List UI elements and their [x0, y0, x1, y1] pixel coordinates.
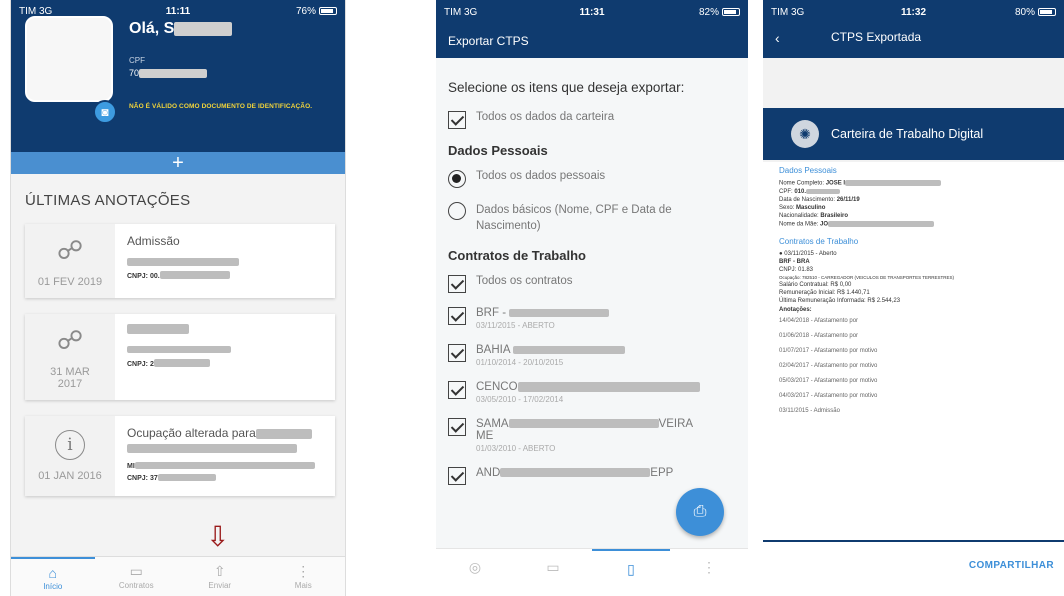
contract-checkbox[interactable]: BRF - 03/11/2015 - ABERTO: [448, 307, 736, 330]
card-cnpj: CNPJ: 37: [127, 475, 158, 482]
phone-exported-screen: TIM 3G 11:32 80% ‹ CTPS Exportada ✺ Cart…: [763, 0, 1064, 596]
radio-selected: [448, 170, 466, 188]
checkbox-checked: [448, 111, 466, 129]
handshake-icon: ☍: [56, 234, 84, 265]
annotation-card[interactable]: i 01 JAN 2016 Ocupação alterada para MI C…: [25, 416, 335, 496]
more-icon: ⋮: [296, 563, 311, 579]
document-banner: ✺ Carteira de Trabalho Digital: [763, 108, 1064, 160]
brasil-seal-icon: ✺: [791, 120, 819, 148]
personal-header: Dados Pessoais: [448, 143, 548, 158]
export-question: Selecione os itens que deseja exportar:: [448, 80, 685, 95]
clock: 11:11: [165, 5, 191, 17]
tab-profile[interactable]: ◎: [436, 549, 514, 584]
card-cnpj: CNPJ: 2: [127, 361, 154, 368]
handshake-icon: ☍: [56, 324, 84, 355]
doc-contracts-header: Contratos de Trabalho: [779, 237, 859, 247]
export-form: Selecione os itens que deseja exportar: …: [436, 58, 748, 554]
contracts-header: Contratos de Trabalho: [448, 248, 586, 263]
more-icon: ⋮: [702, 559, 716, 575]
pdf-export-button[interactable]: ⎙: [676, 488, 724, 536]
personal-basic-radio[interactable]: Dados básicos (Nome, CPF e Data de Nasci…: [448, 202, 736, 234]
card-date: 01 FEV 2019: [37, 275, 103, 288]
tab-more[interactable]: ⋮: [670, 549, 748, 584]
tab-export[interactable]: ▯: [592, 549, 670, 584]
info-icon: i: [55, 430, 85, 460]
add-button[interactable]: +: [11, 152, 345, 174]
card-date: 31 MAR 2017: [50, 365, 90, 390]
tab-contracts[interactable]: ▭ Contratos: [95, 557, 179, 596]
card-title: Ocupação alterada para: [127, 426, 256, 440]
card-mi: MI: [127, 463, 135, 470]
battery-icon: [1038, 7, 1056, 16]
briefcase-icon: ▭: [546, 559, 560, 575]
status-bar: TIM 3G 11:31 82%: [436, 0, 748, 24]
avatar[interactable]: [25, 16, 113, 102]
all-card-checkbox[interactable]: Todos os dados da carteira: [448, 111, 736, 129]
section-title: ÚLTIMAS ANOTAÇÕES: [25, 192, 191, 209]
tab-bar: ◎ ▭ ▯ ⋮: [436, 548, 748, 584]
export-header: TIM 3G 11:31 82% Exportar CTPS: [436, 0, 748, 58]
tab-more[interactable]: ⋮ Mais: [262, 557, 346, 596]
phone-export-screen: TIM 3G 11:31 82% Exportar CTPS Selecione…: [436, 0, 748, 584]
contracts-all-checkbox[interactable]: Todos os contratos: [448, 275, 736, 293]
tab-send[interactable]: ⇧ Enviar: [178, 557, 262, 596]
status-bar: TIM 3G 11:32 80%: [763, 0, 1064, 24]
phone-home-screen: TIM 3G 11:11 76% ◙ Olá, S CPF 70 NÃO É V…: [10, 0, 346, 596]
pdf-icon: ⎙: [693, 503, 707, 520]
share-button[interactable]: COMPARTILHAR: [969, 560, 1054, 571]
personal-all-radio[interactable]: Todos os dados pessoais: [448, 170, 736, 188]
profile-icon: ◎: [468, 559, 482, 575]
tab-contracts[interactable]: ▭: [514, 549, 592, 584]
document-icon: ▯: [627, 561, 635, 577]
back-button[interactable]: ‹: [775, 30, 780, 46]
annotation-card[interactable]: ☍ 01 FEV 2019 Admissão CNPJ: 00.: [25, 224, 335, 298]
cpf-label: CPF: [129, 56, 145, 65]
down-arrow-icon: ⇩: [206, 521, 230, 552]
radio-unselected: [448, 202, 466, 220]
battery-icon: [319, 6, 337, 15]
camera-icon[interactable]: ◙: [93, 100, 117, 124]
battery-icon: [722, 7, 740, 16]
home-icon: ⌂: [48, 565, 57, 581]
tab-bar: ⌂ Início ▭ Contratos ⇧ Enviar ⋮ Mais: [11, 556, 345, 596]
contract-checkbox[interactable]: SAMA VEIRA ME 01/03/2010 - ABERTO: [448, 418, 736, 453]
card-title: Admissão: [127, 234, 180, 248]
document-title: Carteira de Trabalho Digital: [831, 127, 984, 141]
exported-document: Dados Pessoais Nome Completo: JOSE I CPF…: [779, 162, 1064, 423]
battery-indicator: 76%: [296, 6, 337, 17]
divider: [763, 540, 1064, 542]
screen-title: CTPS Exportada: [831, 30, 922, 44]
share-icon: ⇧: [213, 563, 226, 579]
greeting: Olá, S: [129, 20, 233, 38]
cpf-value: 70: [129, 68, 208, 79]
doc-personal-header: Dados Pessoais: [779, 166, 837, 175]
screen-title: Exportar CTPS: [448, 34, 529, 48]
annotation-card[interactable]: ☍ 31 MAR 2017 CNPJ: 2: [25, 314, 335, 400]
card-cnpj: CNPJ: 00.: [127, 273, 160, 280]
exported-header: TIM 3G 11:32 80% ‹ CTPS Exportada: [763, 0, 1064, 58]
contract-checkbox[interactable]: AND EPP: [448, 467, 736, 485]
carrier-label: TIM 3G: [19, 5, 53, 17]
briefcase-icon: ▭: [129, 563, 143, 579]
contract-checkbox[interactable]: CENCO 03/05/2010 - 17/02/2014: [448, 381, 736, 404]
id-warning: NÃO É VÁLIDO COMO DOCUMENTO DE IDENTIFIC…: [129, 103, 313, 110]
profile-header: TIM 3G 11:11 76% ◙ Olá, S CPF 70 NÃO É V…: [11, 0, 345, 152]
contract-checkbox[interactable]: BAHIA 01/10/2014 - 20/10/2015: [448, 344, 736, 367]
card-date: 01 JAN 2016: [38, 470, 102, 482]
tab-home[interactable]: ⌂ Início: [11, 557, 95, 596]
